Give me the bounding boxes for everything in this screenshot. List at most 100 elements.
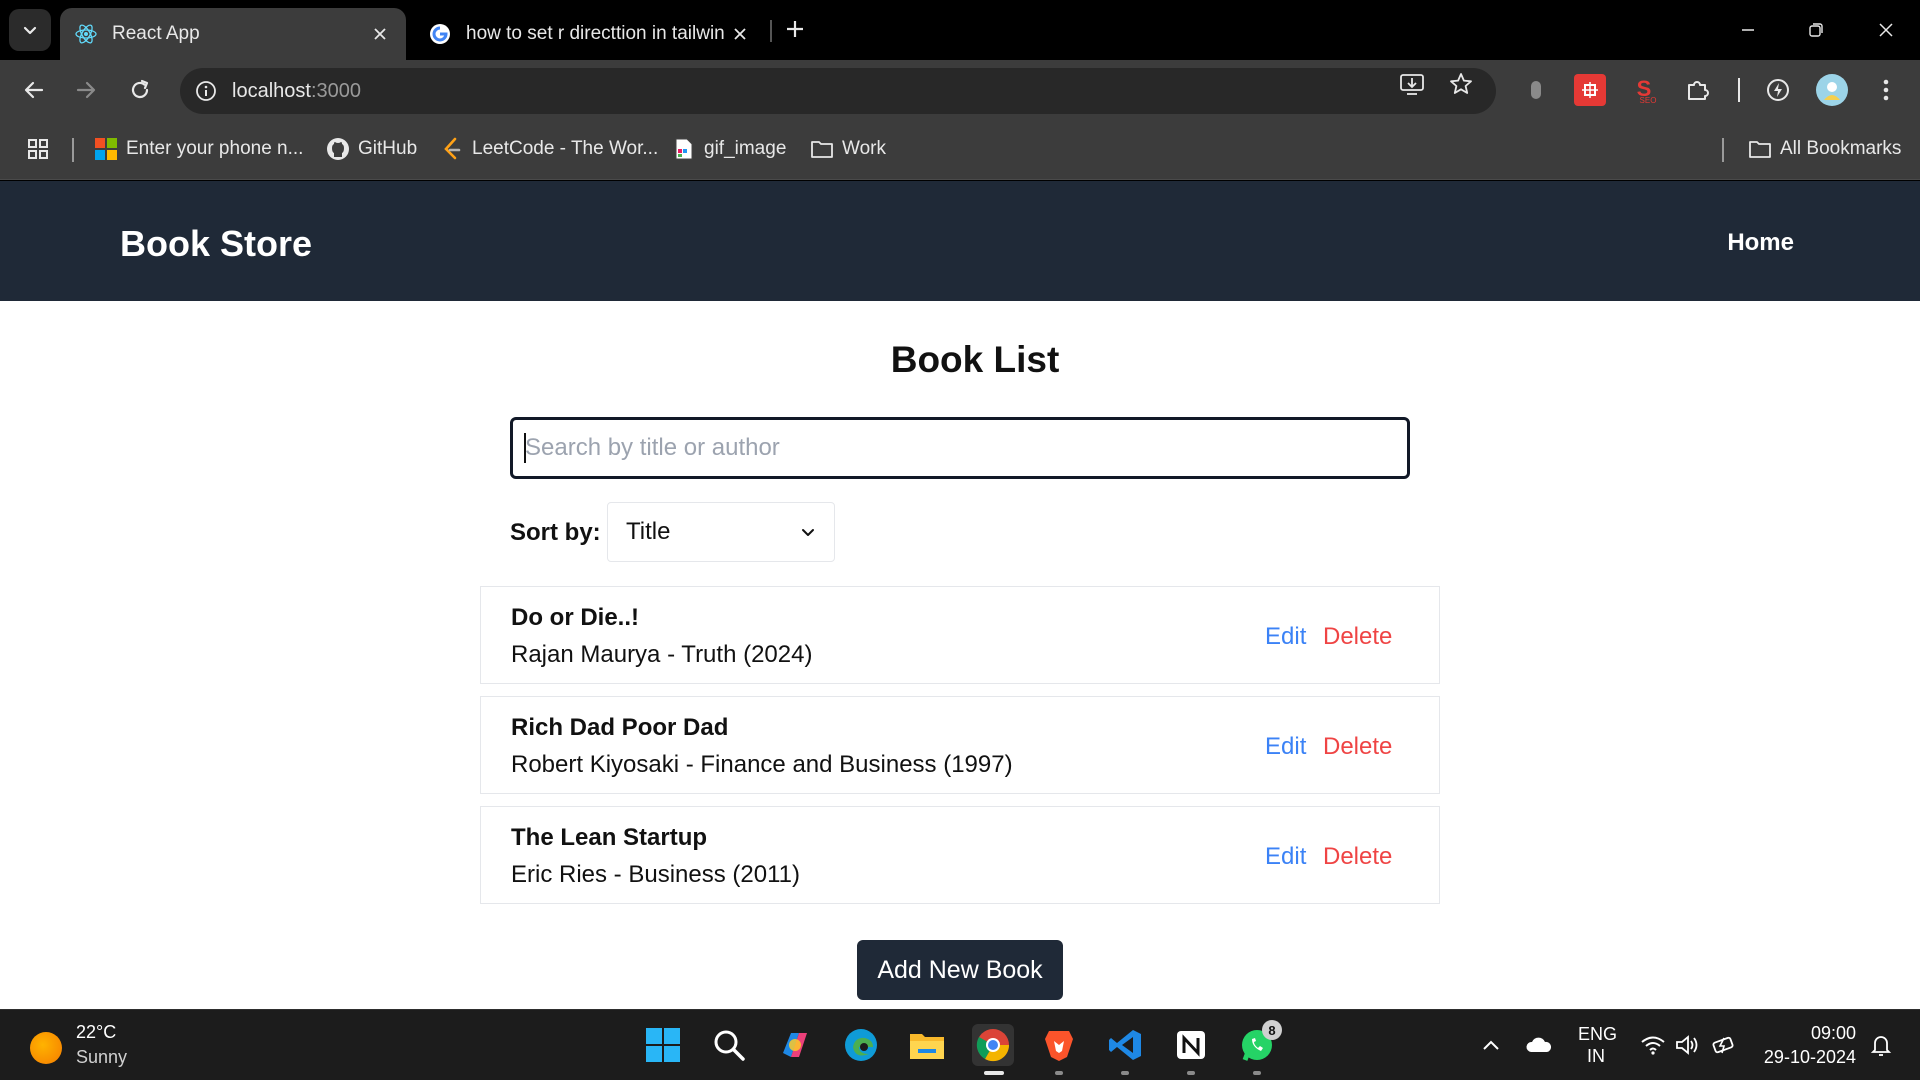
delete-link[interactable]: Delete bbox=[1323, 733, 1392, 761]
clock-date: 29-10-2024 bbox=[1763, 1047, 1856, 1067]
notification-bell-icon[interactable] bbox=[1860, 1024, 1902, 1066]
tab-react-app[interactable]: React App bbox=[60, 8, 406, 60]
book-details: Robert Kiyosaki - Finance and Business (… bbox=[511, 751, 1013, 778]
extension-puzzle-red-icon[interactable] bbox=[1574, 74, 1606, 106]
all-bookmarks-label: All Bookmarks bbox=[1780, 138, 1902, 159]
edge-browser-icon[interactable] bbox=[840, 1024, 882, 1066]
extensions-puzzle-icon[interactable] bbox=[1682, 74, 1714, 106]
bookmark-microsoft[interactable]: Enter your phone n... bbox=[94, 134, 303, 164]
running-app-indicator bbox=[1121, 1071, 1129, 1075]
delete-link[interactable]: Delete bbox=[1323, 843, 1392, 871]
tab-search-button[interactable] bbox=[9, 9, 51, 51]
vscode-icon[interactable] bbox=[1104, 1024, 1146, 1075]
extension-seo-icon[interactable]: S SEO bbox=[1628, 74, 1660, 106]
search-input[interactable] bbox=[510, 417, 1410, 479]
close-icon[interactable] bbox=[368, 22, 392, 46]
svg-text:SEO: SEO bbox=[1640, 96, 1657, 104]
weather-temperature[interactable]: 22°C bbox=[76, 1022, 116, 1043]
bookmark-divider bbox=[72, 138, 74, 162]
book-details: Eric Ries - Business (2011) bbox=[511, 861, 800, 888]
bookmark-label: gif_image bbox=[704, 138, 787, 159]
url-text: localhost:3000 bbox=[232, 80, 361, 103]
sort-select[interactable]: Title bbox=[607, 502, 835, 562]
text-caret bbox=[524, 433, 526, 463]
volume-icon[interactable] bbox=[1666, 1024, 1708, 1066]
back-button[interactable] bbox=[12, 68, 56, 112]
weather-condition[interactable]: Sunny bbox=[76, 1047, 127, 1068]
bookmark-divider bbox=[1722, 138, 1724, 162]
book-list-item: Rich Dad Poor Dad Robert Kiyosaki - Fina… bbox=[480, 696, 1440, 794]
bookmark-gif-image[interactable]: gif_image bbox=[672, 134, 786, 164]
onedrive-cloud-icon[interactable] bbox=[1518, 1024, 1560, 1066]
clock-time: 09:00 bbox=[1810, 1023, 1856, 1043]
app-navbar: Book Store Home bbox=[0, 181, 1920, 301]
notion-icon[interactable] bbox=[1170, 1024, 1212, 1075]
battery-charging-icon[interactable] bbox=[1704, 1024, 1746, 1066]
language-code: ENG bbox=[1578, 1024, 1618, 1044]
clock[interactable]: 09:00 29-10-2024 bbox=[1756, 1021, 1856, 1069]
bookmark-label: GitHub bbox=[358, 138, 418, 159]
leetcode-icon bbox=[440, 137, 464, 161]
nav-home-link[interactable]: Home bbox=[1727, 229, 1794, 257]
extension-mouse-icon[interactable] bbox=[1520, 74, 1552, 106]
profile-avatar[interactable] bbox=[1816, 74, 1848, 106]
toolbar-divider bbox=[1738, 78, 1740, 102]
tab-divider bbox=[770, 20, 772, 42]
copilot-icon[interactable] bbox=[774, 1024, 816, 1066]
chevron-down-icon bbox=[23, 26, 37, 35]
bookmark-star-icon[interactable] bbox=[1448, 71, 1474, 97]
bookmark-leetcode[interactable]: LeetCode - The Wor... bbox=[440, 134, 658, 164]
close-icon bbox=[1879, 23, 1893, 37]
react-icon bbox=[74, 22, 98, 46]
all-bookmarks[interactable]: All Bookmarks bbox=[1748, 134, 1901, 164]
google-icon bbox=[428, 22, 452, 46]
bookmark-work-folder[interactable]: Work bbox=[810, 134, 886, 164]
start-windows-icon[interactable] bbox=[642, 1024, 684, 1066]
restore-icon bbox=[1809, 23, 1823, 37]
notification-badge: 8 bbox=[1262, 1020, 1282, 1040]
chrome-icon[interactable] bbox=[972, 1024, 1014, 1075]
show-hidden-icons-chevron-icon[interactable] bbox=[1470, 1024, 1512, 1066]
bookmarks-bar: Enter your phone n... GitHub LeetCode - … bbox=[0, 120, 1920, 180]
menu-dots-icon[interactable] bbox=[1870, 74, 1902, 106]
address-bar[interactable]: localhost:3000 bbox=[180, 68, 1496, 114]
close-window-button[interactable] bbox=[1852, 0, 1920, 60]
reload-icon bbox=[131, 79, 149, 99]
tab-google-search[interactable]: how to set r directtion in tailwin bbox=[414, 8, 766, 60]
sort-label: Sort by: bbox=[510, 519, 601, 546]
page-viewport: Book Store Home Book List Sort by: Title… bbox=[0, 181, 1920, 1009]
performance-icon[interactable] bbox=[1762, 74, 1794, 106]
edit-link[interactable]: Edit bbox=[1265, 623, 1306, 651]
active-app-indicator bbox=[984, 1071, 1004, 1075]
apps-grid-icon[interactable] bbox=[26, 134, 50, 164]
search-icon[interactable] bbox=[708, 1024, 750, 1066]
language-indicator[interactable]: ENG IN bbox=[1578, 1023, 1618, 1067]
edit-link[interactable]: Edit bbox=[1265, 843, 1306, 871]
brand-title[interactable]: Book Store bbox=[120, 223, 312, 265]
browser-tab-strip: React App how to set r directtion in tai… bbox=[0, 0, 1920, 60]
page-title: Book List bbox=[890, 339, 1060, 380]
add-new-book-button[interactable]: Add New Book bbox=[857, 940, 1063, 1000]
url-host: localhost bbox=[232, 79, 311, 102]
running-app-indicator bbox=[1253, 1071, 1261, 1075]
file-explorer-icon[interactable] bbox=[906, 1024, 948, 1066]
brave-browser-icon[interactable] bbox=[1038, 1024, 1080, 1075]
bookmark-github[interactable]: GitHub bbox=[326, 134, 417, 164]
close-icon[interactable] bbox=[728, 22, 752, 46]
bookmark-label: Work bbox=[842, 138, 886, 159]
edit-link[interactable]: Edit bbox=[1265, 733, 1306, 761]
new-tab-button[interactable] bbox=[778, 12, 812, 46]
restore-button[interactable] bbox=[1782, 0, 1850, 60]
folder-icon bbox=[810, 137, 834, 161]
running-app-indicator bbox=[1187, 1071, 1195, 1075]
minimize-button[interactable] bbox=[1714, 0, 1782, 60]
install-app-icon[interactable] bbox=[1399, 71, 1425, 97]
plus-icon bbox=[787, 21, 803, 37]
reload-button[interactable] bbox=[118, 68, 162, 112]
sun-icon[interactable] bbox=[30, 1032, 62, 1064]
delete-link[interactable]: Delete bbox=[1323, 623, 1392, 651]
site-info-icon[interactable] bbox=[180, 80, 232, 102]
browser-toolbar: localhost:3000 S SEO bbox=[0, 60, 1920, 120]
forward-button[interactable] bbox=[64, 68, 108, 112]
minimize-icon bbox=[1742, 29, 1754, 31]
